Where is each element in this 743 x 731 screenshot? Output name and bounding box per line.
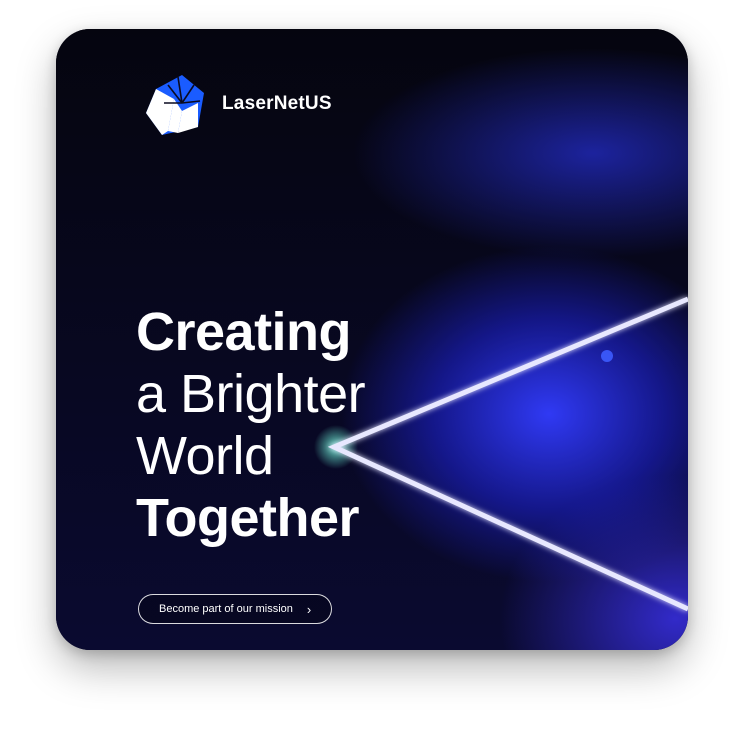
hero-card: LaserNetUS Creating a Brighter World Tog… — [56, 29, 688, 650]
brand-logo[interactable]: LaserNetUS — [138, 67, 332, 141]
headline-line-2: a Brighter — [136, 364, 366, 424]
hero-headline: Creating a Brighter World Together — [136, 301, 366, 549]
headline-line-4: Together — [136, 488, 360, 548]
laser-beam-line — [327, 296, 688, 612]
laser-gem-icon — [146, 75, 204, 135]
join-mission-button[interactable]: Become part of our mission › — [138, 594, 333, 624]
page: LaserNetUS Creating a Brighter World Tog… — [0, 0, 743, 731]
light-dot — [601, 350, 613, 362]
brand-name: LaserNetUS — [222, 93, 332, 114]
cta-label: Become part of our mission — [159, 603, 293, 615]
headline-line-1: Creating — [136, 302, 352, 362]
chevron-right-icon: › — [306, 601, 312, 617]
headline-line-3: World — [136, 426, 274, 486]
